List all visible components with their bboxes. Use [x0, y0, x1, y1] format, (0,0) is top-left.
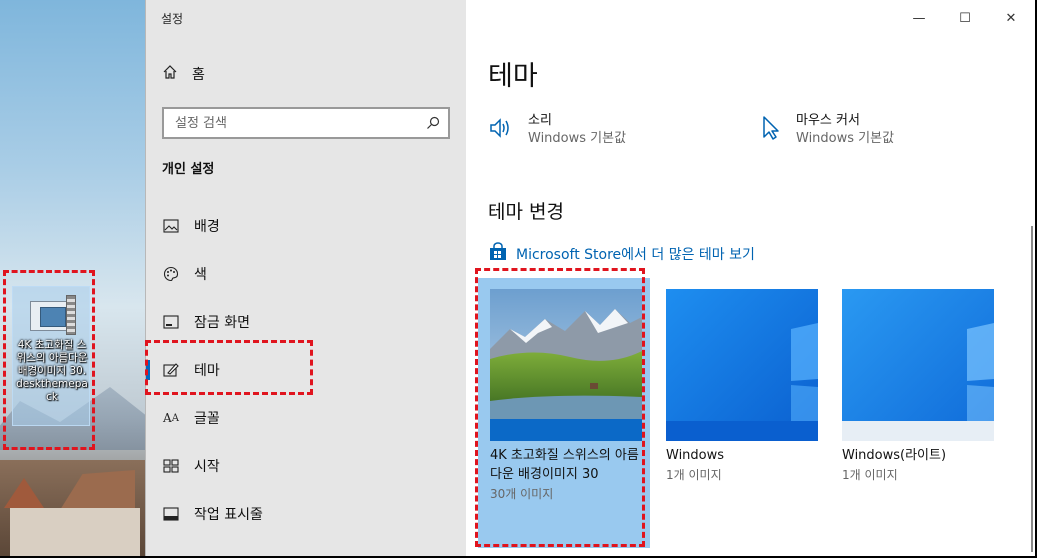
main-content: — ☐ ✕ 테마 소리 Windows 기본값 마우스 커서 Windows 기… — [466, 0, 1037, 558]
nav-home-label: 홈 — [192, 67, 205, 83]
sidebar-item-fonts[interactable]: AA 글꼴 — [146, 398, 466, 438]
quick-setting-mouse-cursor[interactable]: 마우스 커서 Windows 기본값 — [756, 112, 894, 148]
themepack-file-icon — [30, 295, 76, 335]
theme-preview-windows — [666, 289, 818, 441]
theme-card-windows[interactable]: Windows 1개 이미지 — [654, 278, 818, 548]
theme-card-info: 4K 초고화질 스위스의 아름다운 배경이미지 30 30개 이미지 — [490, 446, 650, 504]
quick-setting-subtitle: Windows 기본값 — [796, 131, 895, 146]
sidebar-item-label: 배경 — [194, 219, 220, 235]
page-title: 테마 — [488, 61, 538, 92]
quick-setting-title: 소리 — [528, 113, 552, 128]
sidebar-item-color[interactable]: 색 — [146, 254, 466, 294]
theme-preview-windows-light — [842, 289, 994, 441]
settings-window: 설정 홈 개인 설정 배경 색 — [145, 0, 1037, 558]
theme-name: Windows(라이트) — [842, 448, 947, 463]
maximize-button[interactable]: ☐ — [942, 6, 988, 30]
start-icon — [162, 457, 180, 475]
sidebar-item-label: 잠금 화면 — [194, 315, 250, 331]
minimize-button[interactable]: — — [896, 6, 942, 30]
close-button[interactable]: ✕ — [988, 6, 1034, 30]
theme-image-count: 1개 이미지 — [842, 468, 898, 482]
nav-home[interactable]: 홈 — [162, 62, 205, 86]
speaker-icon — [488, 114, 516, 142]
font-icon: AA — [163, 411, 179, 425]
theme-name: Windows — [666, 448, 725, 463]
settings-search-box[interactable] — [162, 107, 450, 139]
desktop-wallpaper — [0, 0, 146, 558]
theme-image-count: 1개 이미지 — [666, 468, 722, 482]
theme-card-info: Windows(라이트) 1개 이미지 — [842, 446, 1002, 485]
window-controls: — ☐ ✕ — [896, 6, 1034, 30]
sidebar-item-label: 색 — [194, 267, 207, 283]
quick-setting-title: 마우스 커서 — [796, 113, 860, 128]
store-bag-icon — [488, 242, 508, 266]
home-icon — [162, 64, 178, 84]
change-theme-title: 테마 변경 — [488, 201, 564, 223]
search-icon[interactable] — [418, 116, 448, 130]
palette-icon — [162, 265, 180, 283]
store-link[interactable]: Microsoft Store에서 더 많은 테마 보기 — [488, 242, 755, 266]
scrollbar[interactable] — [1031, 226, 1033, 552]
theme-card-windows-light[interactable]: Windows(라이트) 1개 이미지 — [830, 278, 994, 548]
picture-icon — [162, 217, 180, 235]
taskbar-icon — [162, 505, 180, 523]
sidebar-item-background[interactable]: 배경 — [146, 206, 466, 246]
sidebar-item-label: 테마 — [194, 363, 220, 379]
window-title: 설정 — [161, 12, 184, 26]
search-input[interactable] — [175, 115, 418, 131]
theme-card-info: Windows 1개 이미지 — [666, 446, 826, 485]
section-title-personalization: 개인 설정 — [162, 162, 215, 177]
sidebar-item-start[interactable]: 시작 — [146, 446, 466, 486]
theme-preview-swiss — [490, 289, 642, 441]
lock-screen-icon — [162, 313, 180, 331]
theme-brush-icon — [162, 361, 180, 379]
quick-setting-subtitle: Windows 기본값 — [528, 131, 627, 146]
sidebar-item-label: 글꼴 — [194, 411, 220, 427]
sidebar-item-themes[interactable]: 테마 — [146, 350, 466, 390]
sidebar-item-lock-screen[interactable]: 잠금 화면 — [146, 302, 466, 342]
sidebar: 설정 홈 개인 설정 배경 색 — [146, 0, 466, 558]
quick-setting-sound[interactable]: 소리 Windows 기본값 — [488, 112, 626, 148]
theme-image-count: 30개 이미지 — [490, 487, 554, 501]
desktop-file-label: 4K 초고화질 스위스의 아름다운 배경이미지 30.deskthemepack — [16, 339, 88, 403]
desktop-file-icon[interactable]: 4K 초고화질 스위스의 아름다운 배경이미지 30.deskthemepack — [12, 286, 90, 426]
sidebar-item-label: 시작 — [194, 459, 220, 475]
theme-card-swiss[interactable]: 4K 초고화질 스위스의 아름다운 배경이미지 30 30개 이미지 — [478, 278, 650, 548]
sidebar-item-label: 작업 표시줄 — [194, 507, 263, 523]
store-link-label: Microsoft Store에서 더 많은 테마 보기 — [516, 247, 755, 263]
sidebar-item-taskbar[interactable]: 작업 표시줄 — [146, 494, 466, 534]
theme-name: 4K 초고화질 스위스의 아름다운 배경이미지 30 — [490, 448, 639, 482]
cursor-icon — [756, 114, 784, 142]
